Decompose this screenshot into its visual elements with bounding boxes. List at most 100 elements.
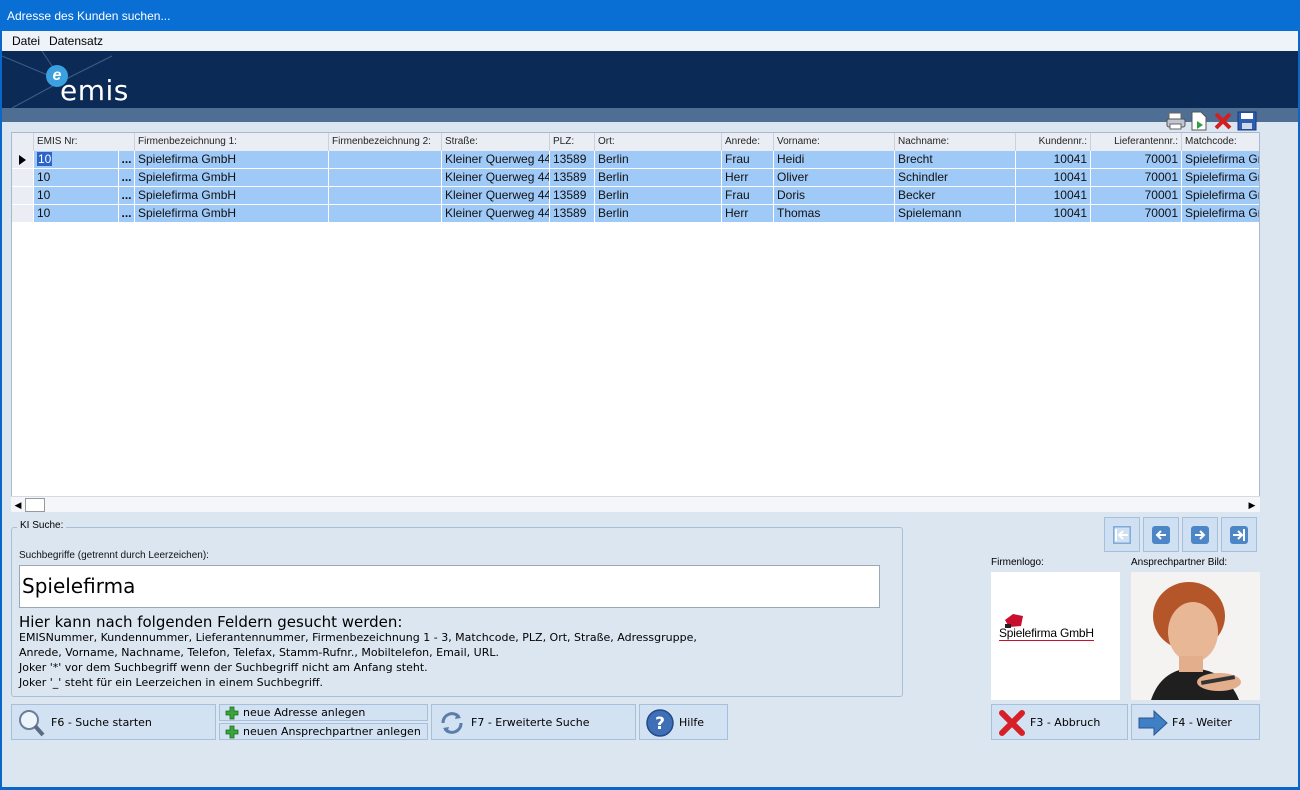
cell-firmenbezeichnung-2[interactable]: [329, 151, 442, 169]
cell-plz[interactable]: 13589: [550, 151, 595, 169]
window-title-bar[interactable]: Adresse des Kunden suchen...: [0, 0, 1300, 31]
menu-datensatz[interactable]: Datensatz: [49, 34, 103, 48]
cell-firmenbezeichnung-1[interactable]: Spielefirma GmbH: [135, 205, 329, 223]
previous-record-button[interactable]: [1143, 517, 1179, 552]
header-nachname[interactable]: Nachname:: [895, 133, 1016, 151]
header-firmenbezeichnung-2[interactable]: Firmenbezeichnung 2:: [329, 133, 442, 151]
printer-icon[interactable]: [1166, 111, 1186, 131]
header-lieferantennr[interactable]: Lieferantennr.:: [1091, 133, 1182, 151]
new-address-button[interactable]: neue Adresse anlegen: [219, 704, 428, 721]
cell-anrede[interactable]: Herr: [722, 169, 774, 187]
cell-kundennr[interactable]: 10041: [1016, 187, 1091, 205]
cell-kundennr[interactable]: 10041: [1016, 151, 1091, 169]
header-firmenbezeichnung-1[interactable]: Firmenbezeichnung 1:: [135, 133, 329, 151]
header-emis-nr[interactable]: EMIS Nr:: [34, 133, 135, 151]
emis-lookup-button[interactable]: ...: [119, 151, 135, 169]
grid-horizontal-scrollbar[interactable]: ◀ ▶: [11, 496, 1260, 512]
cell-strasse[interactable]: Kleiner Querweg 44: [442, 151, 550, 169]
magnifier-icon: [19, 710, 45, 737]
cell-anrede[interactable]: Frau: [722, 151, 774, 169]
cell-vorname[interactable]: Oliver: [774, 169, 895, 187]
cell-emis-nr[interactable]: 10: [34, 205, 119, 223]
scroll-thumb[interactable]: [25, 498, 45, 512]
header-kundennr[interactable]: Kundennr.:: [1016, 133, 1091, 151]
cell-ort[interactable]: Berlin: [595, 187, 722, 205]
cell-lieferantennr[interactable]: 70001: [1091, 169, 1182, 187]
cell-lieferantennr[interactable]: 70001: [1091, 205, 1182, 223]
new-contact-button[interactable]: neuen Ansprechpartner anlegen: [219, 723, 428, 740]
emis-lookup-button[interactable]: ...: [119, 169, 135, 187]
previous-record-icon: [1152, 526, 1170, 544]
plus-icon: [225, 706, 239, 720]
cell-matchcode[interactable]: Spielefirma GmbH: [1182, 187, 1259, 205]
cell-lieferantennr[interactable]: 70001: [1091, 151, 1182, 169]
cell-ort[interactable]: Berlin: [595, 205, 722, 223]
cell-nachname[interactable]: Schindler: [895, 169, 1016, 187]
cell-matchcode[interactable]: Spielefirma GmbH: [1182, 205, 1259, 223]
cell-plz[interactable]: 13589: [550, 205, 595, 223]
cell-plz[interactable]: 13589: [550, 187, 595, 205]
scroll-right-arrow-icon[interactable]: ▶: [1246, 498, 1258, 512]
header-plz[interactable]: PLZ:: [550, 133, 595, 151]
company-logo-text: Spielefirma GmbH: [999, 626, 1094, 641]
header-ort[interactable]: Ort:: [595, 133, 722, 151]
help-button[interactable]: ? Hilfe: [639, 704, 728, 740]
cell-firmenbezeichnung-2[interactable]: [329, 169, 442, 187]
cell-firmenbezeichnung-2[interactable]: [329, 205, 442, 223]
cell-nachname[interactable]: Becker: [895, 187, 1016, 205]
extended-search-button[interactable]: F7 - Erweiterte Suche: [431, 704, 636, 740]
start-search-button[interactable]: F6 - Suche starten: [11, 704, 216, 740]
cell-emis-nr[interactable]: 10: [34, 187, 119, 205]
header-anrede[interactable]: Anrede:: [722, 133, 774, 151]
delete-icon[interactable]: [1213, 111, 1233, 131]
cell-kundennr[interactable]: 10041: [1016, 205, 1091, 223]
cell-ort[interactable]: Berlin: [595, 169, 722, 187]
row-selector[interactable]: [12, 205, 34, 223]
export-document-icon[interactable]: [1189, 111, 1209, 131]
cell-kundennr[interactable]: 10041: [1016, 169, 1091, 187]
address-grid[interactable]: EMIS Nr: Firmenbezeichnung 1: Firmenbeze…: [11, 132, 1260, 512]
last-record-button[interactable]: [1221, 517, 1257, 552]
cell-anrede[interactable]: Herr: [722, 205, 774, 223]
cell-matchcode[interactable]: Spielefirma GmbH: [1182, 151, 1259, 169]
cell-plz[interactable]: 13589: [550, 169, 595, 187]
row-selector[interactable]: [12, 187, 34, 205]
cell-strasse[interactable]: Kleiner Querweg 44: [442, 187, 550, 205]
menu-datei[interactable]: Datei: [12, 34, 40, 48]
search-input[interactable]: Spielefirma: [19, 565, 880, 608]
cell-nachname[interactable]: Spielemann: [895, 205, 1016, 223]
next-button[interactable]: F4 - Weiter: [1131, 704, 1260, 740]
header-vorname[interactable]: Vorname:: [774, 133, 895, 151]
cell-anrede[interactable]: Frau: [722, 187, 774, 205]
emis-lookup-button[interactable]: ...: [119, 187, 135, 205]
first-record-button[interactable]: [1104, 517, 1140, 552]
cell-lieferantennr[interactable]: 70001: [1091, 187, 1182, 205]
search-help-heading: Hier kann nach folgenden Feldern gesucht…: [19, 613, 403, 631]
cell-vorname[interactable]: Heidi: [774, 151, 895, 169]
cancel-button[interactable]: F3 - Abbruch: [991, 704, 1128, 740]
cell-nachname[interactable]: Brecht: [895, 151, 1016, 169]
contact-person-avatar-icon: [1131, 572, 1260, 700]
cell-matchcode[interactable]: Spielefirma GmbH: [1182, 169, 1259, 187]
cell-strasse[interactable]: Kleiner Querweg 44: [442, 205, 550, 223]
search-help-line-1: EMISNummer, Kundennummer, Lieferantennum…: [19, 631, 697, 644]
next-record-button[interactable]: [1182, 517, 1218, 552]
cell-firmenbezeichnung-1[interactable]: Spielefirma GmbH: [135, 187, 329, 205]
save-icon[interactable]: [1237, 111, 1257, 131]
cell-vorname[interactable]: Thomas: [774, 205, 895, 223]
cell-firmenbezeichnung-2[interactable]: [329, 187, 442, 205]
cell-vorname[interactable]: Doris: [774, 187, 895, 205]
cell-ort[interactable]: Berlin: [595, 151, 722, 169]
row-selector[interactable]: [12, 151, 34, 169]
cell-emis-nr[interactable]: 10: [34, 151, 119, 169]
cell-emis-nr[interactable]: 10: [34, 169, 119, 187]
cell-firmenbezeichnung-1[interactable]: Spielefirma GmbH: [135, 151, 329, 169]
cell-firmenbezeichnung-1[interactable]: Spielefirma GmbH: [135, 169, 329, 187]
row-selector[interactable]: [12, 169, 34, 187]
emis-lookup-button[interactable]: ...: [119, 205, 135, 223]
header-matchcode[interactable]: Matchcode:: [1182, 133, 1259, 151]
cell-strasse[interactable]: Kleiner Querweg 44: [442, 169, 550, 187]
scroll-left-arrow-icon[interactable]: ◀: [12, 498, 24, 512]
main-window: Datei Datensatz e emis EMIS Nr: Firmenbe…: [2, 31, 1298, 787]
header-strasse[interactable]: Straße:: [442, 133, 550, 151]
